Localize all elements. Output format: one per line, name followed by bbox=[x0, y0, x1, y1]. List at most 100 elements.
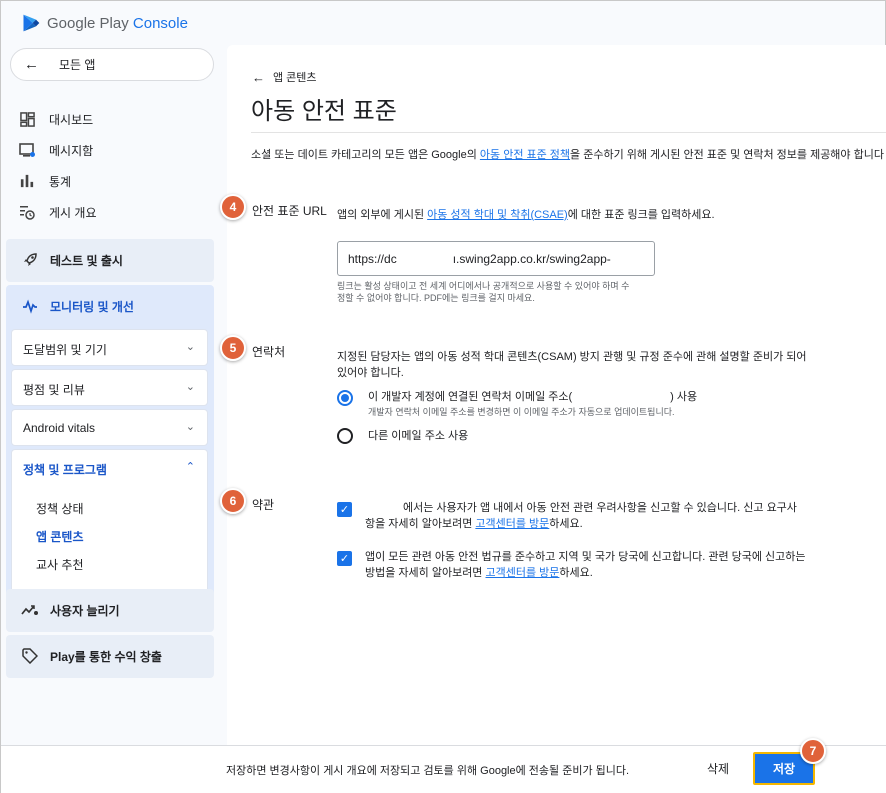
url-hint-line2: 정할 수 없어야 합니다. PDF에는 링크를 걸지 마세요. bbox=[337, 293, 535, 303]
subsection-android-vitals[interactable]: Android vitals ⌄ bbox=[11, 409, 208, 446]
section-header[interactable]: 모니터링 및 개선 bbox=[21, 297, 134, 315]
sidebar-item-inbox[interactable]: 메시지함 bbox=[19, 138, 93, 162]
step-badge-7: 7 bbox=[800, 738, 826, 764]
sidebar-item-label: 대시보드 bbox=[49, 112, 94, 127]
sidebar-item-publishing-overview[interactable]: 게시 개요 bbox=[19, 200, 97, 224]
check1-line2: 항을 자세히 알아보려면 고객센터를 방문하세요. bbox=[365, 516, 583, 532]
section-header: 사용자 늘리기 bbox=[21, 601, 120, 619]
app-header: Google Play Console bbox=[1, 1, 886, 45]
sidebar-item-teacher-approved[interactable]: 교사 추천 bbox=[36, 556, 84, 573]
check2-line2: 방법을 자세히 알아보려면 고객센터를 방문하세요. bbox=[365, 565, 593, 581]
csae-link[interactable]: 아동 성적 학대 및 착취(CSAE) bbox=[427, 209, 568, 221]
check2-prefix: 방법을 자세히 알아보려면 bbox=[365, 567, 486, 579]
desc-prefix: 앱의 외부에 게시된 bbox=[337, 209, 428, 221]
help-center-link-1[interactable]: 고객센터를 방문 bbox=[475, 518, 549, 530]
grow-users-icon bbox=[21, 601, 39, 619]
app-frame: Google Play Console ← 모든 앱 대시보드 메시지함 통계 bbox=[0, 0, 886, 793]
check2-line1: 앱이 모든 관련 아동 안전 법규를 준수하고 지역 및 국가 당국에 신고합니… bbox=[365, 551, 806, 563]
rocket-icon bbox=[21, 251, 39, 269]
section-label: Play를 통한 수익 창출 bbox=[50, 649, 162, 664]
intro-text: 소셜 또는 데이트 카테고리의 모든 앱은 Google의 아동 안전 표준 정… bbox=[251, 146, 886, 162]
url-value-start: https://dc bbox=[348, 251, 397, 266]
back-label: 모든 앱 bbox=[59, 58, 96, 72]
safety-url-input[interactable]: https://dc ı.swing2app.co.kr/swing2app- bbox=[337, 241, 655, 276]
footer-message: 저장하면 변경사항이 게시 개요에 저장되고 검토를 위해 Google에 전송… bbox=[226, 765, 630, 777]
chevron-up-icon[interactable]: ⌃ bbox=[186, 460, 195, 473]
section-label: 테스트 및 출시 bbox=[50, 253, 123, 268]
check-icon: ✓ bbox=[339, 504, 350, 516]
option1-suffix: ) 사용 bbox=[670, 391, 698, 403]
chevron-down-icon: ⌄ bbox=[185, 421, 195, 433]
sidebar-item-label: 게시 개요 bbox=[49, 205, 97, 220]
check2-suffix: 하세요. bbox=[559, 567, 593, 579]
url-value-end: ı.swing2app.co.kr/swing2app- bbox=[452, 251, 611, 266]
sidebar-item-app-content[interactable]: 앱 콘텐츠 bbox=[36, 528, 84, 545]
chevron-down-icon: ⌄ bbox=[185, 341, 195, 353]
sidebar-section-monitoring: 모니터링 및 개선 도달범위 및 기기 ⌄ 평점 및 리뷰 ⌄ Android … bbox=[6, 285, 214, 630]
child-safety-policy-link[interactable]: 아동 안전 표준 정책 bbox=[480, 149, 570, 161]
intro-prefix: 소셜 또는 데이트 카테고리의 모든 앱은 Google의 bbox=[251, 149, 480, 161]
check-icon: ✓ bbox=[339, 553, 350, 565]
inbox-icon bbox=[19, 142, 35, 158]
contact-desc-line2: 있어야 합니다. bbox=[337, 367, 404, 379]
sidebar-item-dashboard[interactable]: 대시보드 bbox=[19, 107, 93, 131]
subsection-reach-devices[interactable]: 도달범위 및 기기 ⌄ bbox=[11, 329, 208, 366]
sidebar-section-test-release[interactable]: 테스트 및 출시 bbox=[6, 239, 214, 282]
all-apps-back-button[interactable]: ← 모든 앱 bbox=[10, 48, 214, 81]
option1-hint: 개발자 연락처 이메일 주소를 변경하면 이 이메일 주소가 자동으로 업데이트… bbox=[368, 407, 675, 417]
breadcrumb[interactable]: ← 앱 콘텐츠 bbox=[252, 69, 317, 85]
radio-account-email-label[interactable]: 이 개발자 계정에 연결된 연락처 이메일 주소( ) 사용 bbox=[368, 389, 697, 405]
publishing-overview-icon bbox=[19, 204, 35, 220]
brand-text: Google Play bbox=[47, 14, 129, 32]
checkbox-comply-laws[interactable]: ✓ bbox=[337, 551, 352, 566]
sidebar-item-label: 통계 bbox=[49, 174, 72, 189]
sidebar-item-label: 메시지함 bbox=[49, 143, 94, 158]
sidebar-item-policy-status[interactable]: 정책 상태 bbox=[36, 500, 84, 517]
subsection-label: 도달범위 및 기기 bbox=[23, 343, 107, 357]
contact-desc-line1: 지정된 담당자는 앱의 아동 성적 학대 콘텐츠(CSAM) 방지 관행 및 규… bbox=[337, 351, 807, 363]
subsection-label[interactable]: 정책 및 프로그램 bbox=[23, 461, 107, 478]
dashboard-icon bbox=[19, 111, 35, 127]
brand-suffix: Console bbox=[132, 14, 188, 32]
delete-button[interactable]: 삭제 bbox=[707, 760, 729, 777]
option1-prefix: 이 개발자 계정에 연결된 연락처 이메일 주소( bbox=[368, 391, 573, 403]
step-badge-4: 4 bbox=[220, 194, 246, 220]
desc-suffix: 에 대한 표준 링크를 입력하세요. bbox=[567, 209, 715, 221]
radio-other-email[interactable] bbox=[337, 428, 353, 444]
subsection-ratings-reviews[interactable]: 평점 및 리뷰 ⌄ bbox=[11, 369, 208, 406]
sidebar-section-monetize[interactable]: Play를 통한 수익 창출 bbox=[6, 635, 214, 678]
step-badge-5: 5 bbox=[220, 335, 246, 361]
help-center-link-2[interactable]: 고객센터를 방문 bbox=[486, 567, 560, 579]
sidebar-section-grow-users[interactable]: 사용자 늘리기 bbox=[6, 589, 214, 632]
sidebar: ← 모든 앱 대시보드 메시지함 통계 게시 개요 테스트 및 출시 모니터링 … bbox=[1, 45, 223, 745]
bar-chart-icon bbox=[19, 173, 35, 189]
url-hint-line1: 링크는 활성 상태이고 전 세계 어디에서나 공개적으로 사용할 수 있어야 하… bbox=[337, 281, 630, 291]
terms-label: 약관 bbox=[252, 498, 275, 512]
arrow-left-icon: ← bbox=[252, 69, 265, 85]
monitoring-pulse-icon bbox=[21, 297, 39, 315]
check1-prefix: 항을 자세히 알아보려면 bbox=[365, 518, 476, 530]
arrow-left-icon: ← bbox=[24, 56, 39, 73]
breadcrumb-label: 앱 콘텐츠 bbox=[273, 72, 317, 84]
tag-icon bbox=[21, 647, 39, 665]
subsection-label: 평점 및 리뷰 bbox=[23, 383, 85, 397]
redacted-block bbox=[396, 251, 453, 266]
contact-label: 연락처 bbox=[252, 345, 286, 359]
step-badge-6: 6 bbox=[220, 488, 246, 514]
check1-suffix: 하세요. bbox=[549, 518, 583, 530]
section-label: 사용자 늘리기 bbox=[50, 603, 120, 618]
page-title: 아동 안전 표준 bbox=[251, 98, 397, 125]
radio-account-email[interactable] bbox=[337, 390, 353, 406]
chevron-down-icon: ⌄ bbox=[185, 381, 195, 393]
checkbox-report-concerns[interactable]: ✓ bbox=[337, 502, 352, 517]
safety-url-description: 앱의 외부에 게시된 아동 성적 학대 및 착취(CSAE)에 대한 표준 링크… bbox=[337, 207, 715, 223]
radio-other-email-label[interactable]: 다른 이메일 주소 사용 bbox=[368, 428, 468, 444]
play-console-logo-icon bbox=[23, 14, 40, 32]
intro-suffix: 을 준수하기 위해 게시된 안전 표준 및 연락처 정보를 제공해야 합니다 bbox=[570, 149, 884, 161]
section-header: Play를 통한 수익 창출 bbox=[21, 647, 162, 665]
safety-url-label: 안전 표준 URL bbox=[252, 204, 327, 218]
check1-line1: 에서는 사용자가 앱 내에서 아동 안전 관련 우려사항을 신고할 수 있습니다… bbox=[403, 502, 797, 514]
sidebar-item-statistics[interactable]: 통계 bbox=[19, 169, 71, 193]
app-title: Google Play Console bbox=[47, 15, 188, 32]
footer-bar: 저장하면 변경사항이 게시 개요에 저장되고 검토를 위해 Google에 전송… bbox=[1, 738, 886, 793]
